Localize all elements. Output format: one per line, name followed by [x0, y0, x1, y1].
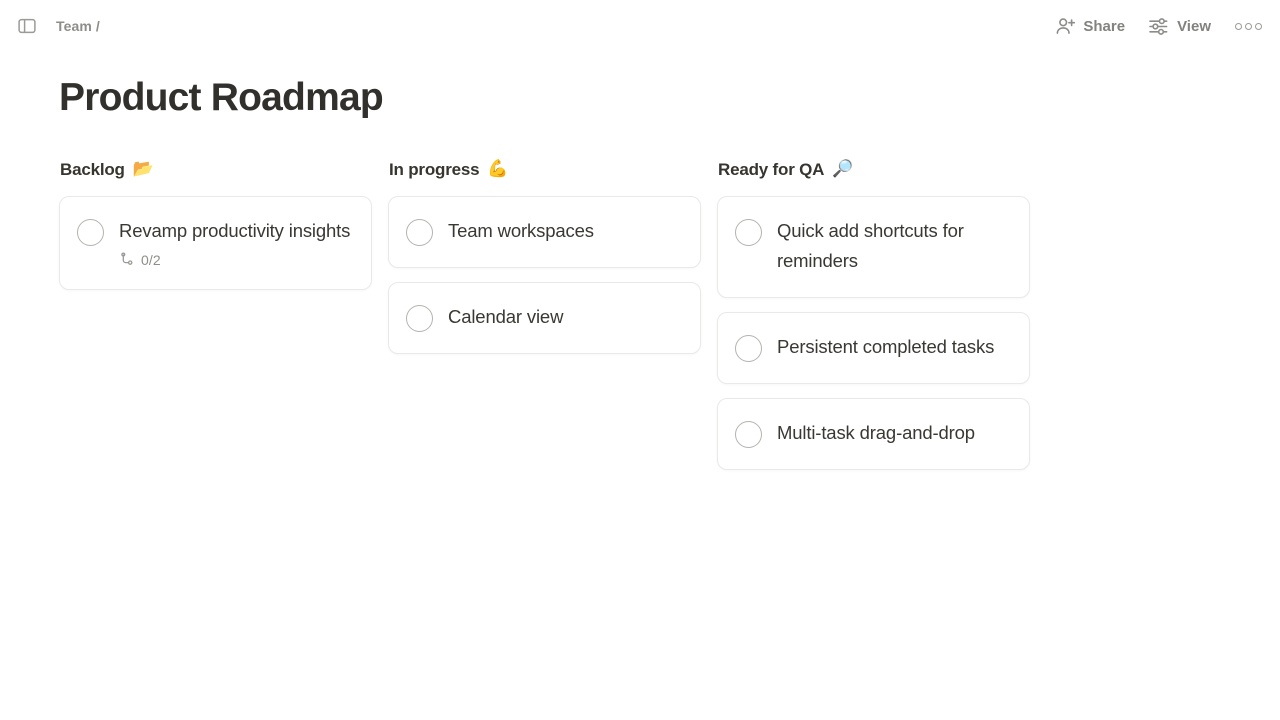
more-dot [1235, 22, 1242, 30]
person-add-icon [1055, 16, 1076, 37]
task-card[interactable]: Calendar view [388, 281, 701, 354]
task-card[interactable]: Team workspaces [388, 195, 701, 268]
view-button[interactable]: View [1147, 15, 1211, 38]
task-title: Quick add shortcuts for reminders [777, 219, 964, 271]
task-checkbox[interactable] [406, 304, 433, 332]
open-folder-emoji: 📂 [132, 158, 154, 179]
task-card-main: Team workspaces [406, 218, 682, 246]
column-header[interactable]: Backlog 📂 [59, 158, 372, 179]
column-title: In progress [389, 159, 480, 179]
task-title: Team workspaces [448, 219, 594, 241]
column-title: Backlog [60, 159, 125, 179]
magnifying-glass-emoji: 🔎 [832, 158, 854, 179]
column-title: Ready for QA [718, 159, 825, 179]
sidebar-panel-icon[interactable] [14, 13, 40, 39]
task-title: Multi-task drag-and-drop [777, 421, 975, 443]
column-card-list: Quick add shortcuts for reminders Persist… [717, 195, 1030, 470]
view-label: View [1177, 17, 1211, 35]
task-card[interactable]: Quick add shortcuts for reminders [717, 195, 1030, 298]
kanban-board: Backlog 📂 Revamp productivity insights 0/2 I… [0, 158, 1280, 470]
task-title: Revamp productivity insights [119, 219, 351, 241]
board-column: Backlog 📂 Revamp productivity insights 0/2 [59, 158, 372, 290]
more-dot [1255, 22, 1262, 30]
task-card-main: Multi-task drag-and-drop [735, 420, 1011, 448]
top-bar: Team / Share View [0, 0, 1280, 52]
task-title: Calendar view [448, 305, 564, 327]
more-dot [1245, 22, 1252, 30]
column-header[interactable]: In progress 💪 [388, 158, 701, 179]
task-subtask-count: 0/2 [141, 251, 161, 268]
task-title: Persistent completed tasks [777, 335, 995, 357]
page-title: Product Roadmap [59, 76, 384, 119]
task-checkbox[interactable] [735, 334, 762, 362]
more-horizontal-icon[interactable] [1233, 19, 1264, 34]
share-button[interactable]: Share [1055, 16, 1125, 37]
task-card[interactable]: Persistent completed tasks [717, 311, 1030, 384]
breadcrumb[interactable]: Team / [56, 18, 100, 34]
column-card-list: Team workspaces Calendar view [388, 195, 701, 354]
column-header[interactable]: Ready for QA 🔎 [717, 158, 1030, 179]
task-checkbox[interactable] [77, 218, 104, 246]
top-bar-actions: Share View [1055, 15, 1264, 38]
task-card[interactable]: Revamp productivity insights 0/2 [59, 195, 372, 290]
task-card[interactable]: Multi-task drag-and-drop [717, 397, 1030, 470]
board-column: Ready for QA 🔎 Quick add shortcuts for rem… [717, 158, 1030, 470]
board-column: In progress 💪 Team workspaces Calendar view [388, 158, 701, 354]
task-subtask-meta: 0/2 [77, 252, 353, 268]
task-checkbox[interactable] [406, 218, 433, 246]
task-card-main: Revamp productivity insights [77, 218, 353, 246]
task-card-main: Quick add shortcuts for reminders [735, 218, 1011, 276]
task-card-main: Persistent completed tasks [735, 334, 1011, 362]
subtask-branch-icon [119, 252, 135, 268]
task-checkbox[interactable] [735, 218, 762, 246]
task-checkbox[interactable] [735, 420, 762, 448]
flexed-biceps-emoji: 💪 [487, 158, 509, 179]
sliders-icon [1147, 15, 1170, 38]
column-card-list: Revamp productivity insights 0/2 [59, 195, 372, 290]
share-label: Share [1083, 17, 1126, 35]
task-card-main: Calendar view [406, 304, 682, 332]
